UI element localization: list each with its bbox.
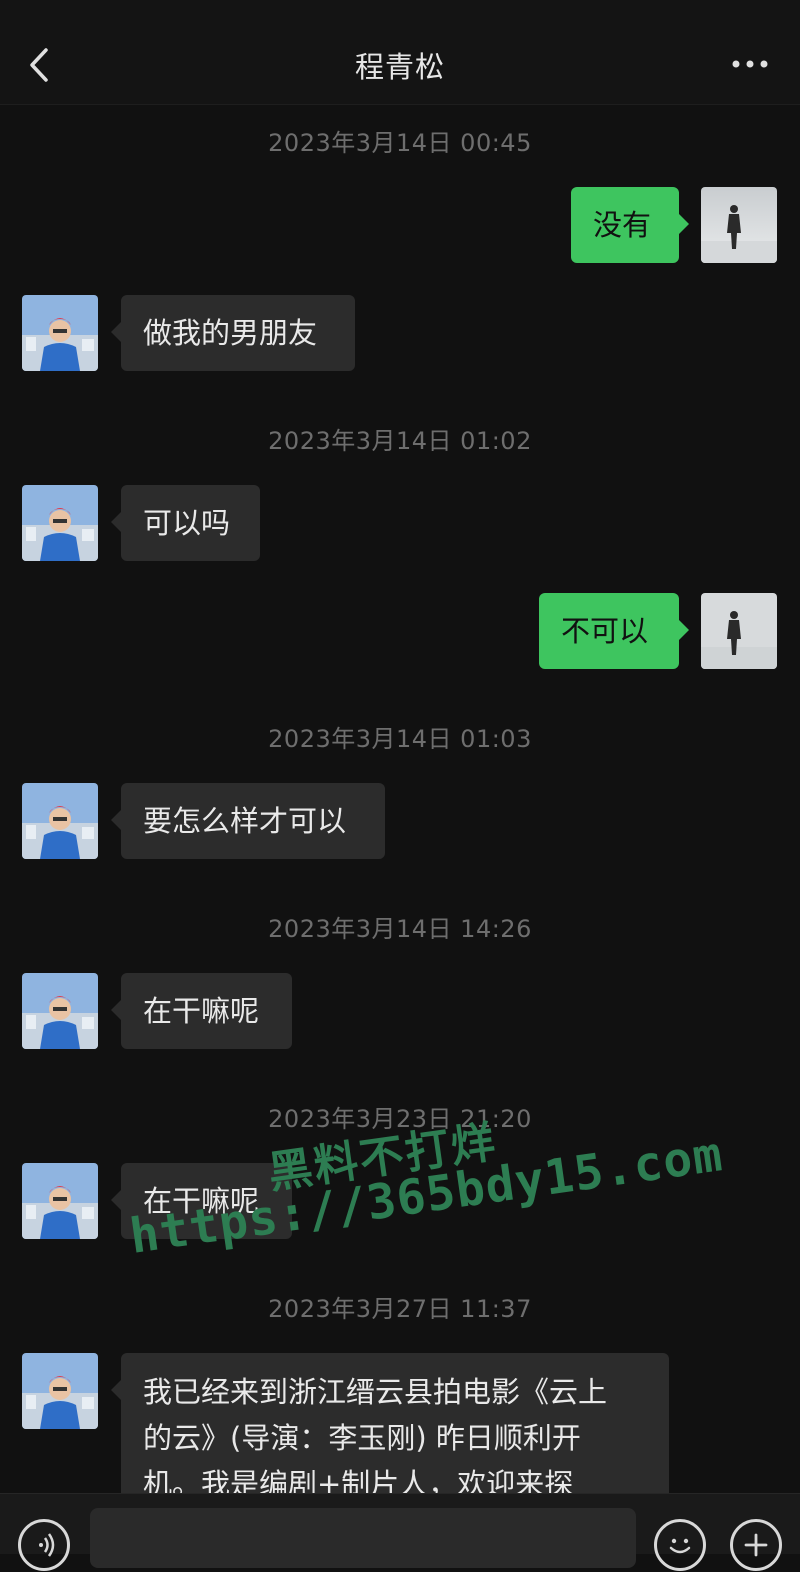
- message-bubble-outgoing[interactable]: 不可以: [539, 593, 689, 669]
- message-bubble-incoming[interactable]: 在干嘛呢: [111, 973, 292, 1049]
- message-text: 要怎么样才可以: [143, 804, 347, 838]
- contact-avatar[interactable]: [22, 783, 98, 859]
- contact-avatar[interactable]: [22, 1353, 98, 1429]
- self-avatar[interactable]: [701, 593, 777, 669]
- input-bar: [0, 1493, 800, 1571]
- message-text: 没有: [593, 208, 652, 242]
- timestamp: 2023年3月14日 01:02: [268, 427, 532, 455]
- message-bubble-incoming[interactable]: 做我的男朋友: [111, 295, 355, 371]
- more-dots-icon[interactable]: [728, 52, 772, 76]
- message-bubble-incoming[interactable]: 在干嘛呢: [111, 1163, 292, 1239]
- voice-icon[interactable]: [18, 1519, 70, 1571]
- self-avatar[interactable]: [701, 187, 777, 263]
- chat-header: 程青松: [0, 0, 800, 105]
- message-text-line: 机。我是编剧+制片人，欢迎来探: [143, 1467, 574, 1493]
- timestamp: 2023年3月14日 14:26: [268, 915, 532, 943]
- message-list[interactable]: 2023年3月14日 00:45 没有 做我的男朋友 2023年3月14日 01…: [0, 105, 800, 1493]
- message-bubble-incoming[interactable]: 要怎么样才可以: [111, 783, 385, 859]
- timestamp: 2023年3月27日 11:37: [268, 1295, 532, 1323]
- emoji-icon[interactable]: [654, 1519, 706, 1571]
- message-text: 在干嘛呢: [143, 1184, 260, 1218]
- timestamp: 2023年3月23日 21:20: [268, 1105, 532, 1133]
- message-text: 做我的男朋友: [143, 316, 318, 350]
- message-text: 不可以: [561, 614, 649, 648]
- message-bubble-outgoing[interactable]: 没有: [571, 187, 689, 263]
- message-text-line: 的云》(导演：李玉刚) 昨日顺利开: [143, 1421, 581, 1455]
- contact-avatar[interactable]: [22, 295, 98, 371]
- message-text: 在干嘛呢: [143, 994, 260, 1028]
- contact-name: 程青松: [354, 50, 445, 84]
- message-text: 可以吗: [143, 506, 231, 540]
- message-input[interactable]: [90, 1508, 636, 1568]
- contact-avatar[interactable]: [22, 1163, 98, 1239]
- contact-avatar[interactable]: [22, 485, 98, 561]
- contact-avatar[interactable]: [22, 973, 98, 1049]
- message-bubble-incoming[interactable]: 我已经来到浙江缙云县拍电影《云上 的云》(导演：李玉刚) 昨日顺利开 机。我是编…: [111, 1353, 669, 1493]
- plus-icon[interactable]: [730, 1519, 782, 1571]
- timestamp: 2023年3月14日 00:45: [268, 129, 532, 157]
- message-bubble-incoming[interactable]: 可以吗: [111, 485, 260, 561]
- timestamp: 2023年3月14日 01:03: [268, 725, 532, 753]
- message-text-line: 我已经来到浙江缙云县拍电影《云上: [143, 1375, 608, 1409]
